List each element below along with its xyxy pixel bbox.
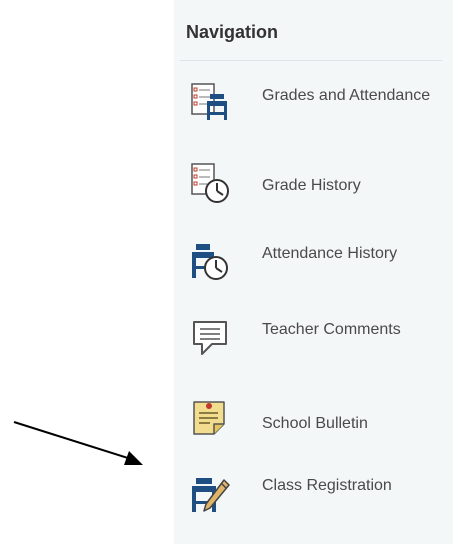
annotation-arrow-icon (13, 421, 143, 465)
